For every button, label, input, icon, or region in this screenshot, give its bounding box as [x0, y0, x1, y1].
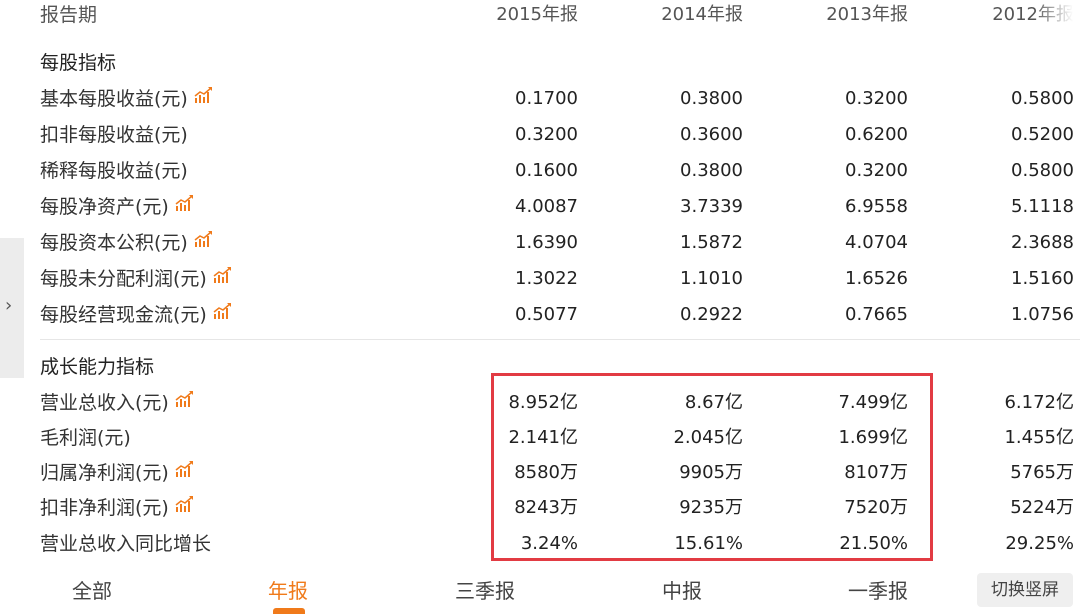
trend-chart-icon[interactable]	[194, 225, 214, 259]
section-header-per-share: 每股指标	[0, 46, 1080, 80]
row-label: 基本每股收益(元)	[40, 82, 214, 116]
trend-chart-icon[interactable]	[175, 189, 195, 223]
cell-value: 0.3200	[515, 124, 578, 145]
cell-value: 0.1700	[515, 88, 578, 109]
header-row: 报告期 2015年报 2014年报 2013年报 2012年报	[0, 0, 1080, 32]
table-row[interactable]: 稀释每股收益(元) 0.1600 0.3800 0.3200 0.5800	[0, 154, 1080, 188]
row-label: 每股未分配利润(元)	[40, 262, 233, 296]
trend-chart-icon[interactable]	[175, 490, 195, 524]
cell-value: 2.3688	[1011, 232, 1074, 253]
row-label: 每股经营现金流(元)	[40, 298, 233, 332]
tab-all[interactable]: 全部	[72, 576, 112, 606]
cell-value: 0.3200	[845, 160, 908, 181]
section-title: 成长能力指标	[40, 356, 155, 378]
period-header: 2014年报	[661, 4, 743, 25]
cell-value: 0.3600	[680, 124, 743, 145]
cell-value: 0.2922	[680, 304, 743, 325]
cell-value: 1.1010	[680, 268, 743, 289]
cell-value: 0.5077	[515, 304, 578, 325]
period-header-label: 报告期	[40, 4, 98, 26]
trend-chart-icon[interactable]	[175, 385, 195, 419]
highlight-box	[491, 373, 933, 561]
cell-value: 5.1118	[1011, 196, 1074, 217]
row-label: 扣非净利润(元)	[40, 491, 195, 525]
cell-value: 3.7339	[680, 196, 743, 217]
row-label: 营业总收入(元)	[40, 386, 195, 420]
section-divider	[40, 339, 1080, 340]
cell-value: 0.5800	[1011, 88, 1074, 109]
active-tab-indicator	[273, 608, 305, 614]
table-row[interactable]: 基本每股收益(元) 0.1700 0.3800 0.3200 0.5800	[0, 82, 1080, 116]
row-label: 扣非每股收益(元)	[40, 124, 188, 146]
cell-value: 1.5160	[1011, 268, 1074, 289]
table-row[interactable]: 每股未分配利润(元) 1.3022 1.1010 1.6526 1.5160	[0, 262, 1080, 296]
trend-chart-icon[interactable]	[175, 455, 195, 489]
cell-value: 4.0087	[515, 196, 578, 217]
row-label: 营业总收入同比增长	[40, 533, 212, 555]
cell-value: 1.5872	[680, 232, 743, 253]
row-label: 每股资本公积(元)	[40, 226, 214, 260]
cell-value: 1.3022	[515, 268, 578, 289]
cell-value: 5765万	[1010, 462, 1074, 483]
cell-value: 0.3200	[845, 88, 908, 109]
trend-chart-icon[interactable]	[213, 297, 233, 331]
table-row[interactable]: 每股资本公积(元) 1.6390 1.5872 4.0704 2.3688	[0, 226, 1080, 260]
row-label: 毛利润(元)	[40, 427, 131, 449]
cell-value: 0.7665	[845, 304, 908, 325]
table-row[interactable]: 每股经营现金流(元) 0.5077 0.2922 0.7665 1.0756	[0, 298, 1080, 332]
period-header: 2013年报	[826, 4, 908, 25]
cell-value: 29.25%	[1005, 533, 1074, 554]
cell-value: 0.6200	[845, 124, 908, 145]
tab-interim[interactable]: 中报	[662, 576, 702, 606]
section-title: 每股指标	[40, 52, 117, 74]
cell-value: 1.6526	[845, 268, 908, 289]
trend-chart-icon[interactable]	[194, 81, 214, 115]
period-header: 2015年报	[496, 4, 578, 25]
cell-value: 0.3800	[680, 160, 743, 181]
row-label: 稀释每股收益(元)	[40, 160, 188, 182]
cell-value: 1.455亿	[1004, 427, 1074, 448]
cell-value: 6.172亿	[1004, 392, 1074, 413]
cell-value: 1.0756	[1011, 304, 1074, 325]
cell-value: 0.5800	[1011, 160, 1074, 181]
period-tab-bar: 全部 年报 三季报 中报 一季报	[0, 570, 1080, 614]
row-label: 每股净资产(元)	[40, 190, 195, 224]
trend-chart-icon[interactable]	[213, 261, 233, 295]
tab-q1[interactable]: 一季报	[848, 576, 908, 606]
cell-value: 0.1600	[515, 160, 578, 181]
table-row[interactable]: 每股净资产(元) 4.0087 3.7339 6.9558 5.1118	[0, 190, 1080, 224]
row-label: 归属净利润(元)	[40, 456, 195, 490]
switch-orientation-button[interactable]: 切换竖屏	[977, 573, 1073, 607]
cell-value: 5224万	[1010, 497, 1074, 518]
table-row[interactable]: 扣非每股收益(元) 0.3200 0.3600 0.6200 0.5200	[0, 118, 1080, 152]
tab-annual[interactable]: 年报	[268, 576, 308, 606]
tab-q3[interactable]: 三季报	[455, 576, 515, 606]
cell-value: 1.6390	[515, 232, 578, 253]
column-fade	[1034, 0, 1080, 32]
cell-value: 4.0704	[845, 232, 908, 253]
cell-value: 0.5200	[1011, 124, 1074, 145]
cell-value: 0.3800	[680, 88, 743, 109]
cell-value: 6.9558	[845, 196, 908, 217]
